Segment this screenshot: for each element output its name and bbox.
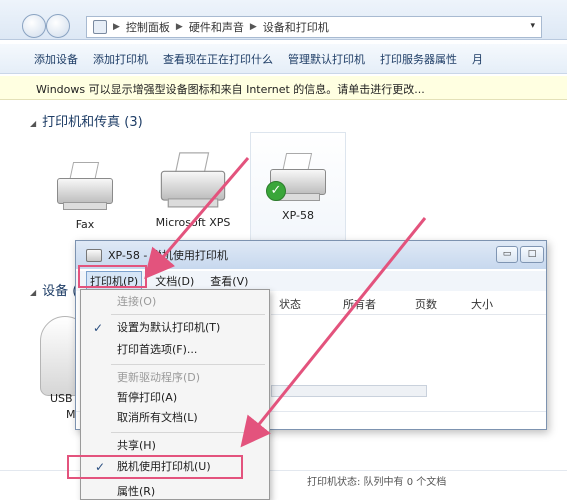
device-label: XP-58: [282, 209, 314, 222]
printers-group-header[interactable]: ◢ 打印机和传真 (3): [30, 111, 143, 130]
menu-item-label: 共享(H): [117, 439, 156, 452]
column-status[interactable]: 状态: [271, 296, 343, 312]
queue-title-bar[interactable]: XP-58 - 脱机使用打印机: [76, 241, 546, 269]
menu-item-label: 取消所有文档(L): [117, 411, 198, 424]
command-toolbar: 添加设备 添加打印机 查看现在正在打印什么 管理默认打印机 打印服务器属性 月: [0, 44, 567, 74]
control-panel-icon: [93, 20, 107, 34]
forward-button[interactable]: [46, 14, 70, 38]
expand-triangle-icon: ◢: [30, 119, 37, 128]
toolbar-more-button[interactable]: 月: [472, 51, 483, 67]
printers-group-label: 打印机和传真 (3): [42, 115, 143, 130]
back-button[interactable]: [22, 14, 46, 38]
column-size[interactable]: 大小: [471, 296, 531, 312]
breadcrumb-hardware-sound[interactable]: 硬件和声音: [189, 19, 244, 35]
menu-view[interactable]: 查看(V): [207, 272, 251, 290]
menu-item-label: 连接(O): [117, 295, 157, 308]
printer-icon: ✓: [266, 151, 330, 203]
horizontal-scrollbar[interactable]: [271, 385, 427, 397]
address-bar-area: ▶ 控制面板 ▶ 硬件和声音 ▶ 设备和打印机 ▾: [0, 0, 567, 40]
menu-separator: [111, 432, 265, 433]
menu-printer[interactable]: 打印机(P): [86, 271, 143, 291]
add-device-button[interactable]: 添加设备: [34, 51, 93, 67]
menu-document[interactable]: 文档(D): [152, 272, 197, 290]
fax-icon: [53, 160, 117, 212]
device-fax[interactable]: Fax: [40, 160, 130, 231]
menu-item-connect[interactable]: 连接(O): [81, 292, 269, 312]
device-label: Fax: [75, 218, 95, 231]
devices-group-label: 设备 (: [42, 284, 78, 299]
menu-item-label: 更新驱动程序(D): [117, 371, 201, 384]
menu-separator: [111, 314, 265, 315]
add-printer-button[interactable]: 添加打印机: [93, 51, 163, 67]
menu-item-label: 属性(R): [117, 485, 156, 498]
column-pages[interactable]: 页数: [415, 296, 471, 312]
menu-item-properties[interactable]: 属性(R): [81, 482, 269, 500]
check-icon: ✓: [95, 460, 106, 474]
device-xp58[interactable]: ✓ XP-58: [250, 132, 346, 244]
see-whats-printing-button[interactable]: 查看现在正在打印什么: [163, 51, 288, 67]
device-label: USB: [50, 392, 73, 405]
print-server-properties-button[interactable]: 打印服务器属性: [380, 51, 472, 67]
menu-item-label: 设置为默认打印机(T): [117, 321, 221, 334]
menu-item-label: 暂停打印(A): [117, 391, 178, 404]
printer-dropdown-menu: 连接(O) ✓ 设置为默认打印机(T) 打印首选项(F)... 更新驱动程序(D…: [67, 289, 270, 500]
expand-triangle-icon: ◢: [30, 288, 37, 297]
menu-item-printing-preferences[interactable]: 打印首选项(F)...: [81, 340, 269, 360]
check-icon: ✓: [93, 321, 104, 335]
menu-item-pause-printing[interactable]: 暂停打印(A): [81, 388, 269, 408]
menu-item-sharing[interactable]: 共享(H): [81, 436, 269, 456]
column-owner[interactable]: 所有者: [343, 296, 415, 312]
address-field[interactable]: ▶ 控制面板 ▶ 硬件和声音 ▶ 设备和打印机 ▾: [86, 16, 542, 38]
info-bar[interactable]: Windows 可以显示增强型设备图标和来自 Internet 的信息。请单击进…: [0, 76, 567, 100]
maximize-button[interactable]: □: [520, 246, 544, 263]
menu-item-set-default[interactable]: ✓ 设置为默认打印机(T): [81, 318, 269, 338]
breadcrumb-control-panel[interactable]: 控制面板: [126, 19, 170, 35]
chevron-right-icon: ▶: [249, 22, 257, 32]
menu-item-label: 脱机使用打印机(U): [117, 460, 211, 473]
breadcrumb-devices-printers[interactable]: 设备和打印机: [263, 19, 329, 35]
printer-icon: [156, 150, 230, 210]
menu-item-update-driver[interactable]: 更新驱动程序(D): [81, 368, 269, 388]
device-label: Microsoft XPS: [155, 216, 231, 229]
queue-window-title: XP-58 - 脱机使用打印机: [108, 249, 228, 262]
chevron-right-icon: ▶: [175, 22, 183, 32]
queue-column-headers: 状态 所有者 页数 大小: [271, 293, 546, 315]
devices-group-header[interactable]: ◢ 设备 (: [30, 280, 77, 299]
default-printer-check-icon: ✓: [266, 181, 286, 201]
menu-item-cancel-all[interactable]: 取消所有文档(L): [81, 408, 269, 428]
chevron-down-icon[interactable]: ▾: [530, 21, 535, 31]
device-microsoft-xps[interactable]: Microsoft XPS: [148, 150, 238, 229]
menu-item-label: 打印首选项(F)...: [117, 343, 198, 356]
menu-item-use-offline[interactable]: ✓ 脱机使用打印机(U): [67, 455, 243, 479]
printer-icon: [86, 248, 102, 262]
queue-menu-bar: 打印机(P) 文档(D) 查看(V): [76, 271, 546, 291]
menu-separator: [111, 364, 265, 365]
chevron-right-icon: ▶: [113, 22, 120, 32]
manage-default-printers-button[interactable]: 管理默认打印机: [288, 51, 380, 67]
printer-status-text: 打印机状态: 队列中有 0 个文档: [307, 477, 447, 488]
minimize-button[interactable]: ▭: [496, 246, 518, 263]
